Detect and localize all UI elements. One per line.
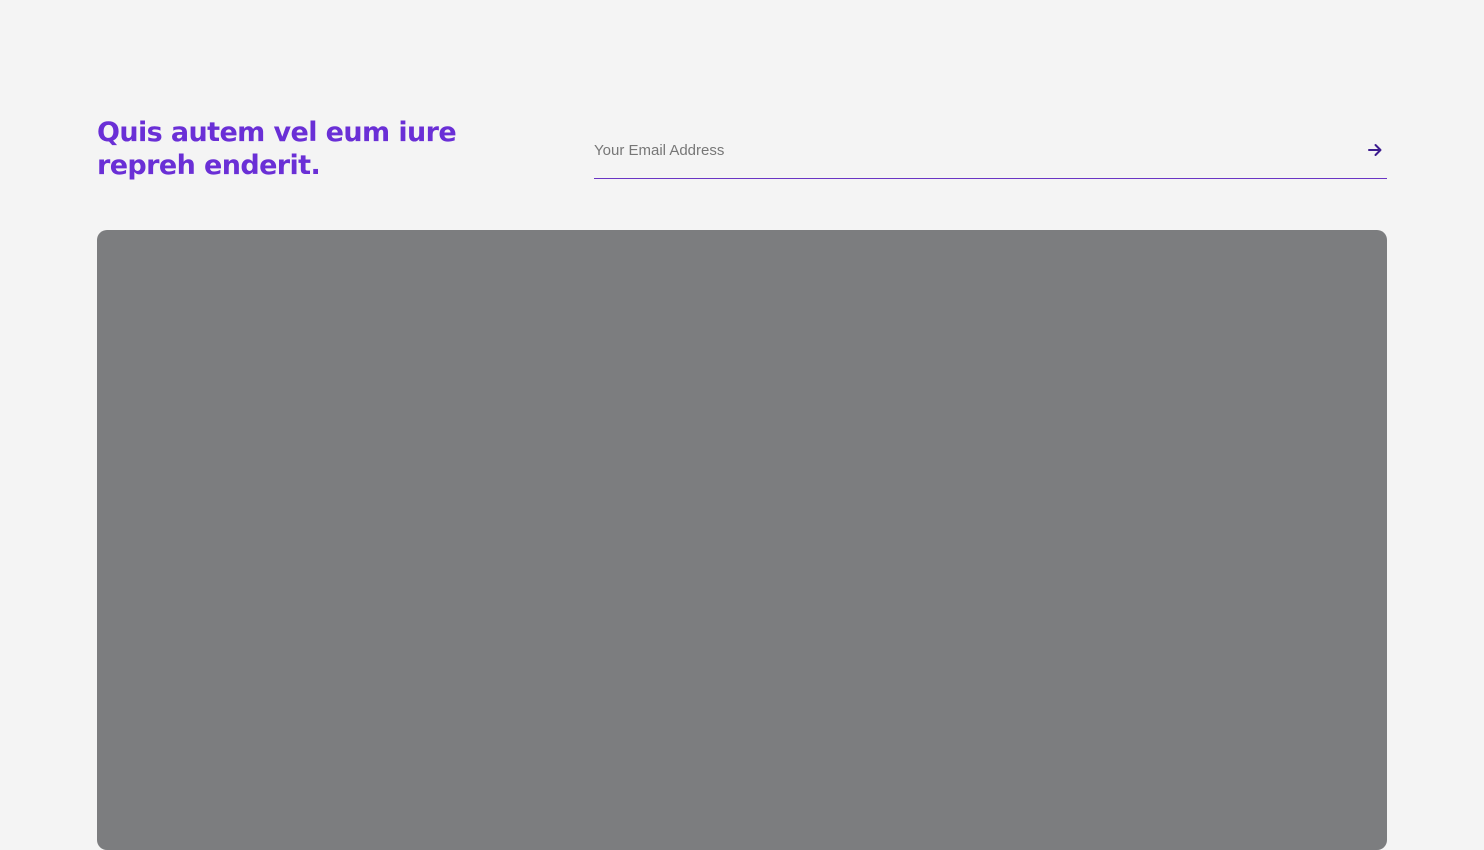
media-placeholder <box>97 230 1387 850</box>
submit-button[interactable] <box>1363 138 1387 162</box>
email-input[interactable] <box>594 138 1334 162</box>
newsletter-headline: Quis autem vel eum iure repreh enderit. <box>97 117 457 181</box>
arrow-right-icon <box>1368 144 1382 156</box>
newsletter-form <box>594 128 1387 179</box>
